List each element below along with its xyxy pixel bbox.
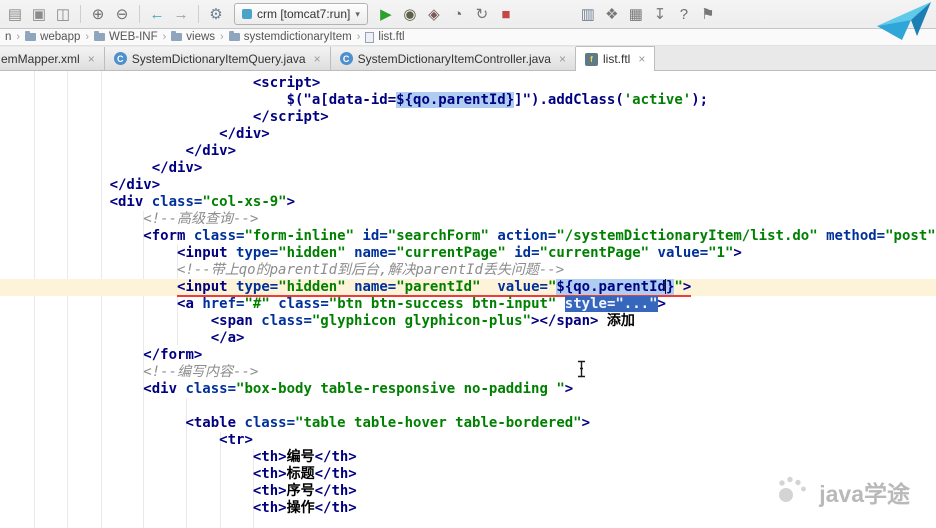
code-line[interactable]: </script> bbox=[0, 109, 936, 126]
watermark-text: java学途 bbox=[819, 481, 910, 507]
plugin-icon[interactable]: ❖ bbox=[600, 3, 624, 25]
class-icon: C bbox=[339, 52, 353, 65]
run-config-selector[interactable]: crm [tomcat7:run] ▾ bbox=[234, 3, 368, 25]
help-icon[interactable]: ? bbox=[672, 3, 696, 25]
zoom-out-icon[interactable]: ⊖ bbox=[110, 3, 134, 25]
ftl-file-icon: f bbox=[585, 52, 598, 66]
chevron-right-icon: › bbox=[220, 31, 224, 43]
code-line[interactable]: <table class="table table-hover table-bo… bbox=[0, 415, 936, 432]
watermark-logo bbox=[776, 474, 810, 510]
code-line[interactable]: <span class="glyphicon glyphicon-plus"><… bbox=[0, 313, 936, 330]
code-line[interactable]: <tr> bbox=[0, 432, 936, 449]
breadcrumb-item[interactable]: list.ftl bbox=[363, 31, 406, 43]
code-line[interactable]: <div class="col-xs-9"> bbox=[0, 194, 936, 211]
paper-plane-icon bbox=[877, 2, 931, 40]
flag-icon[interactable]: ⚑ bbox=[696, 3, 720, 25]
close-icon[interactable]: × bbox=[638, 52, 645, 66]
chevron-right-icon: › bbox=[85, 31, 90, 43]
paste-icon[interactable]: ▤ bbox=[3, 3, 27, 25]
code-line[interactable] bbox=[0, 398, 936, 415]
code-line[interactable]: </div> bbox=[0, 126, 936, 143]
code-line[interactable]: </div> bbox=[0, 160, 936, 177]
editor-tab[interactable]: C SystemDictionaryItemQuery.java × bbox=[104, 47, 331, 70]
coverage-icon[interactable]: ◈ bbox=[422, 3, 446, 25]
code-line[interactable]: </a> bbox=[0, 330, 936, 347]
code-line[interactable]: $("a[data-id=${qo.parentId}]").addClass(… bbox=[0, 92, 936, 109]
main-toolbar: ▤ ▣ ◫ ⊕ ⊖ ← → ⚙ crm [tomcat7:run] ▾ ▶ ◉ ◈ ◔ ↻ ■ ▥ ❖ ▦ ↧? ⚑ bbox=[0, 0, 936, 29]
zoom-in-icon[interactable]: ⊕ bbox=[86, 3, 110, 25]
chevron-right-icon: › bbox=[356, 31, 361, 43]
folder-icon bbox=[228, 31, 240, 41]
toolbar-separator bbox=[80, 5, 81, 23]
folder-icon bbox=[171, 31, 183, 41]
close-icon[interactable]: × bbox=[314, 52, 321, 66]
tab-label: list.ftl bbox=[603, 52, 631, 66]
code-line[interactable]: <input type="hidden" name="currentPage" … bbox=[0, 245, 936, 262]
toolbar-separator bbox=[139, 5, 140, 23]
code-line[interactable]: <script> bbox=[0, 75, 936, 92]
tab-label: SystemDictionaryItemQuery.java bbox=[131, 51, 306, 66]
editor-tab[interactable]: f list.ftl × bbox=[576, 46, 656, 71]
code-line[interactable]: <!--带上qo的parentId到后台,解决parentId丢失问题--> bbox=[0, 262, 936, 279]
build-icon[interactable]: ⚙ bbox=[204, 3, 228, 25]
breadcrumb-label: systemdictionaryItem bbox=[243, 31, 352, 43]
update-icon[interactable]: ↧ bbox=[648, 3, 672, 25]
code-editor[interactable]: <script> $("a[data-id=${qo.parentId}]").… bbox=[0, 71, 936, 528]
breadcrumb-item[interactable]: WEB-INF bbox=[92, 31, 160, 43]
stop-icon[interactable]: ■ bbox=[494, 3, 518, 25]
code-line[interactable]: </div> bbox=[0, 177, 936, 194]
copy-icon[interactable]: ▣ bbox=[27, 3, 51, 25]
editor-tabs: emMapper.xml × C SystemDictionaryItemQuery.… bbox=[0, 46, 936, 71]
breadcrumb-item[interactable]: webapp bbox=[23, 31, 82, 43]
brand-logo bbox=[872, 0, 934, 42]
code-line[interactable]: </form> bbox=[0, 347, 936, 364]
folder-icon bbox=[94, 31, 106, 41]
code-line[interactable]: <div class="box-body table-responsive no… bbox=[0, 381, 936, 398]
code-line[interactable]: <th>编号</th> bbox=[0, 449, 936, 466]
breadcrumb: n › webapp › WEB-INF › views › systemdictionaryI… bbox=[0, 29, 936, 46]
breadcrumb-label: webapp bbox=[40, 31, 81, 43]
rerun-icon[interactable]: ↻ bbox=[470, 3, 494, 25]
breadcrumb-label: list.ftl bbox=[378, 31, 405, 43]
chevron-right-icon: › bbox=[162, 31, 167, 43]
chevron-right-icon: › bbox=[16, 31, 21, 43]
code-line[interactable]: <a href="#" class="btn btn-success btn-i… bbox=[0, 296, 936, 313]
analyze-icon[interactable]: ▥ bbox=[576, 3, 600, 25]
mouse-cursor-ibeam bbox=[576, 360, 587, 382]
editor-tab[interactable]: emMapper.xml × bbox=[0, 47, 105, 70]
code-line[interactable]: <!--高级查询--> bbox=[0, 211, 936, 228]
class-icon: C bbox=[113, 52, 127, 65]
tab-label: emMapper.xml bbox=[1, 51, 80, 66]
code-line[interactable]: </div> bbox=[0, 143, 936, 160]
tomcat-icon bbox=[242, 9, 252, 19]
toolbar-separator bbox=[198, 5, 199, 23]
close-icon[interactable]: × bbox=[88, 52, 95, 66]
profiler-icon[interactable]: ◔ bbox=[446, 3, 470, 25]
breadcrumb-item[interactable]: systemdictionaryItem bbox=[227, 31, 354, 43]
code-lines: <script> $("a[data-id=${qo.parentId}]").… bbox=[0, 71, 936, 517]
package-icon[interactable]: ▦ bbox=[624, 3, 648, 25]
clipboard-history-icon[interactable]: ◫ bbox=[51, 3, 75, 25]
code-line[interactable]: <form class="form-inline" id="searchForm… bbox=[0, 228, 936, 245]
breadcrumb-label: WEB-INF bbox=[109, 31, 158, 43]
forward-icon[interactable]: → bbox=[169, 3, 193, 25]
breadcrumb-item[interactable]: views bbox=[169, 31, 217, 43]
file-icon bbox=[365, 31, 375, 43]
debug-icon[interactable]: ◉ bbox=[398, 3, 422, 25]
code-line[interactable]: <!--编写内容--> bbox=[0, 364, 936, 381]
run-config-label: crm [tomcat7:run] bbox=[257, 7, 351, 21]
watermark: java学途 bbox=[776, 474, 910, 510]
error-underline: <input type="hidden" name="parentId" val… bbox=[177, 279, 692, 297]
breadcrumb-label: n bbox=[5, 31, 12, 43]
close-icon[interactable]: × bbox=[559, 52, 566, 66]
code-line[interactable]: <input type="hidden" name="parentId" val… bbox=[0, 279, 936, 297]
run-icon[interactable]: ▶ bbox=[374, 3, 398, 25]
folder-icon bbox=[25, 31, 37, 41]
chevron-down-icon: ▾ bbox=[355, 8, 360, 19]
breadcrumb-item[interactable]: n bbox=[3, 31, 13, 43]
editor-tab[interactable]: C SystemDictionaryItemController.java × bbox=[330, 47, 576, 70]
back-icon[interactable]: ← bbox=[145, 3, 169, 25]
breadcrumb-label: views bbox=[186, 31, 216, 43]
tab-label: SystemDictionaryItemController.java bbox=[357, 51, 551, 66]
